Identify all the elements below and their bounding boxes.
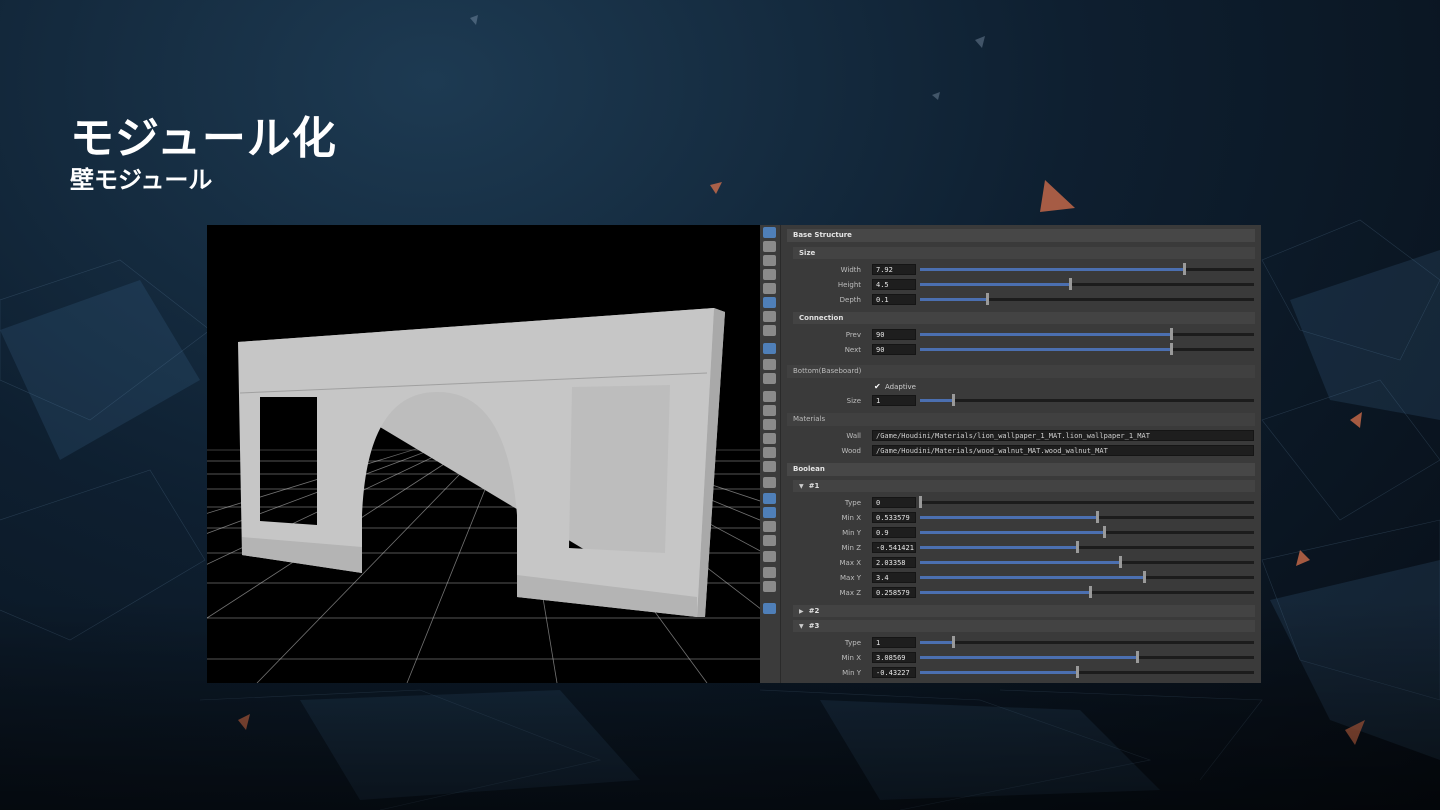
b1-maxz-field[interactable]: 0.258579 [872,587,916,598]
depth-field[interactable]: 0.1 [872,294,916,305]
film-icon[interactable] [763,535,776,546]
b1-type-slider[interactable] [919,496,1254,508]
wall-material-field[interactable]: /Game/Houdini/Materials/lion_wallpaper_1… [872,430,1254,441]
width-slider[interactable] [920,263,1254,275]
section-bottom-baseboard[interactable]: Bottom(Baseboard) [787,365,1255,378]
3d-viewport[interactable] [207,225,760,683]
width-field[interactable]: 7.92 [872,264,916,275]
b1-maxy-field[interactable]: 3.4 [872,572,916,583]
pen-icon[interactable] [763,419,776,430]
viewport-toolbar [760,225,781,683]
section-base-structure[interactable]: Base Structure [787,229,1255,242]
shading-icon[interactable] [763,521,776,532]
expand-arrow-icon: ▼ [799,483,804,490]
prev-field[interactable]: 90 [872,329,916,340]
section-materials[interactable]: Materials [787,413,1255,426]
height-label: Height [837,281,861,289]
number-icon[interactable] [763,433,776,444]
prev-slider[interactable] [920,328,1254,340]
collapse-arrow-icon: ▶ [799,608,804,615]
b1-maxx-label: Max X [839,559,862,567]
brush-icon[interactable] [763,461,776,472]
height-slider[interactable] [920,278,1254,290]
render-icon[interactable] [763,581,776,592]
b1-maxz-label: Max Z [839,589,862,597]
b1-miny-slider[interactable] [920,526,1254,538]
b3-type-field[interactable]: 1 [872,637,916,648]
box-icon[interactable] [763,567,776,578]
grid-icon[interactable] [763,507,776,518]
paint-icon[interactable] [763,447,776,458]
wood-material-label: Wood [841,447,861,455]
b1-minx-label: Min X [841,514,861,522]
height-field[interactable]: 4.5 [872,279,916,290]
display-icon[interactable] [763,343,776,354]
width-label: Width [840,266,861,274]
handle-tool-icon[interactable] [763,269,776,280]
b3-minx-label: Min X [841,654,861,662]
b1-maxy-label: Max Y [840,574,861,582]
snap-icon[interactable] [763,325,776,336]
parameter-panel: Base Structure Size Width 7.92 Height 4.… [781,225,1261,683]
slide-title: モジュール化 [70,113,337,164]
b3-type-label: Type [844,639,861,647]
b3-minx-slider[interactable] [920,651,1254,663]
camera-icon[interactable] [763,297,776,308]
prev-label: Prev [845,331,861,339]
adaptive-label: Adaptive [885,383,916,391]
edge-icon[interactable] [763,405,776,416]
boolean-1-header[interactable]: ▼ #1 [793,480,1255,492]
section-boolean[interactable]: Boolean [787,463,1255,476]
baseboard-size-slider[interactable] [920,394,1254,406]
lock-icon[interactable] [763,255,776,266]
b1-minz-slider[interactable] [920,541,1254,553]
view-tool-icon[interactable] [763,241,776,252]
wireframe-icon[interactable] [763,493,776,504]
boolean-3-header[interactable]: ▼ #3 [793,620,1255,632]
b1-miny-label: Min Y [842,529,861,537]
select-tool-icon[interactable] [763,227,776,238]
expand-arrow-icon: ▼ [799,623,804,630]
layers-icon[interactable] [763,373,776,384]
viewport-scene [207,308,760,683]
transform-icon[interactable] [763,551,776,562]
b1-minz-field[interactable]: -0.541421 [872,542,916,553]
b1-type-label: Type [844,499,861,507]
sphere-icon[interactable] [763,283,776,294]
slide-subtitle: 壁モジュール [70,166,213,194]
ghost-icon[interactable] [763,359,776,370]
wall-material-label: Wall [846,432,861,440]
b3-type-slider[interactable] [920,636,1254,648]
b1-minx-field[interactable]: 0.533579 [872,512,916,523]
b3-minx-field[interactable]: 3.08569 [872,652,916,663]
next-field[interactable]: 90 [872,344,916,355]
depth-label: Depth [839,296,861,304]
pin-icon[interactable] [763,603,776,614]
b1-maxy-slider[interactable] [920,571,1254,583]
b1-miny-field[interactable]: 0.9 [872,527,916,538]
section-connection[interactable]: Connection [793,312,1255,324]
b1-maxx-slider[interactable] [920,556,1254,568]
depth-slider[interactable] [920,293,1254,305]
baseboard-size-field[interactable]: 1 [872,395,916,406]
next-label: Next [844,346,861,354]
point-icon[interactable] [763,391,776,402]
bracket-icon[interactable] [763,477,776,488]
b3-miny-label: Min Y [842,669,861,677]
b1-maxx-field[interactable]: 2.03358 [872,557,916,568]
section-size[interactable]: Size [793,247,1255,259]
baseboard-size-label: Size [846,397,861,405]
wood-material-field[interactable]: /Game/Houdini/Materials/wood_walnut_MAT.… [872,445,1254,456]
next-slider[interactable] [920,343,1254,355]
b1-type-field[interactable]: 0 [872,497,916,508]
b1-minz-label: Min Z [841,544,861,552]
b1-minx-slider[interactable] [920,511,1254,523]
b3-miny-slider[interactable] [920,666,1254,678]
b1-maxz-slider[interactable] [920,586,1254,598]
light-icon[interactable] [763,311,776,322]
adaptive-checkbox[interactable]: ✔ [874,381,881,393]
boolean-2-header[interactable]: ▶ #2 [793,605,1255,617]
b3-miny-field[interactable]: -0.43227 [872,667,916,678]
